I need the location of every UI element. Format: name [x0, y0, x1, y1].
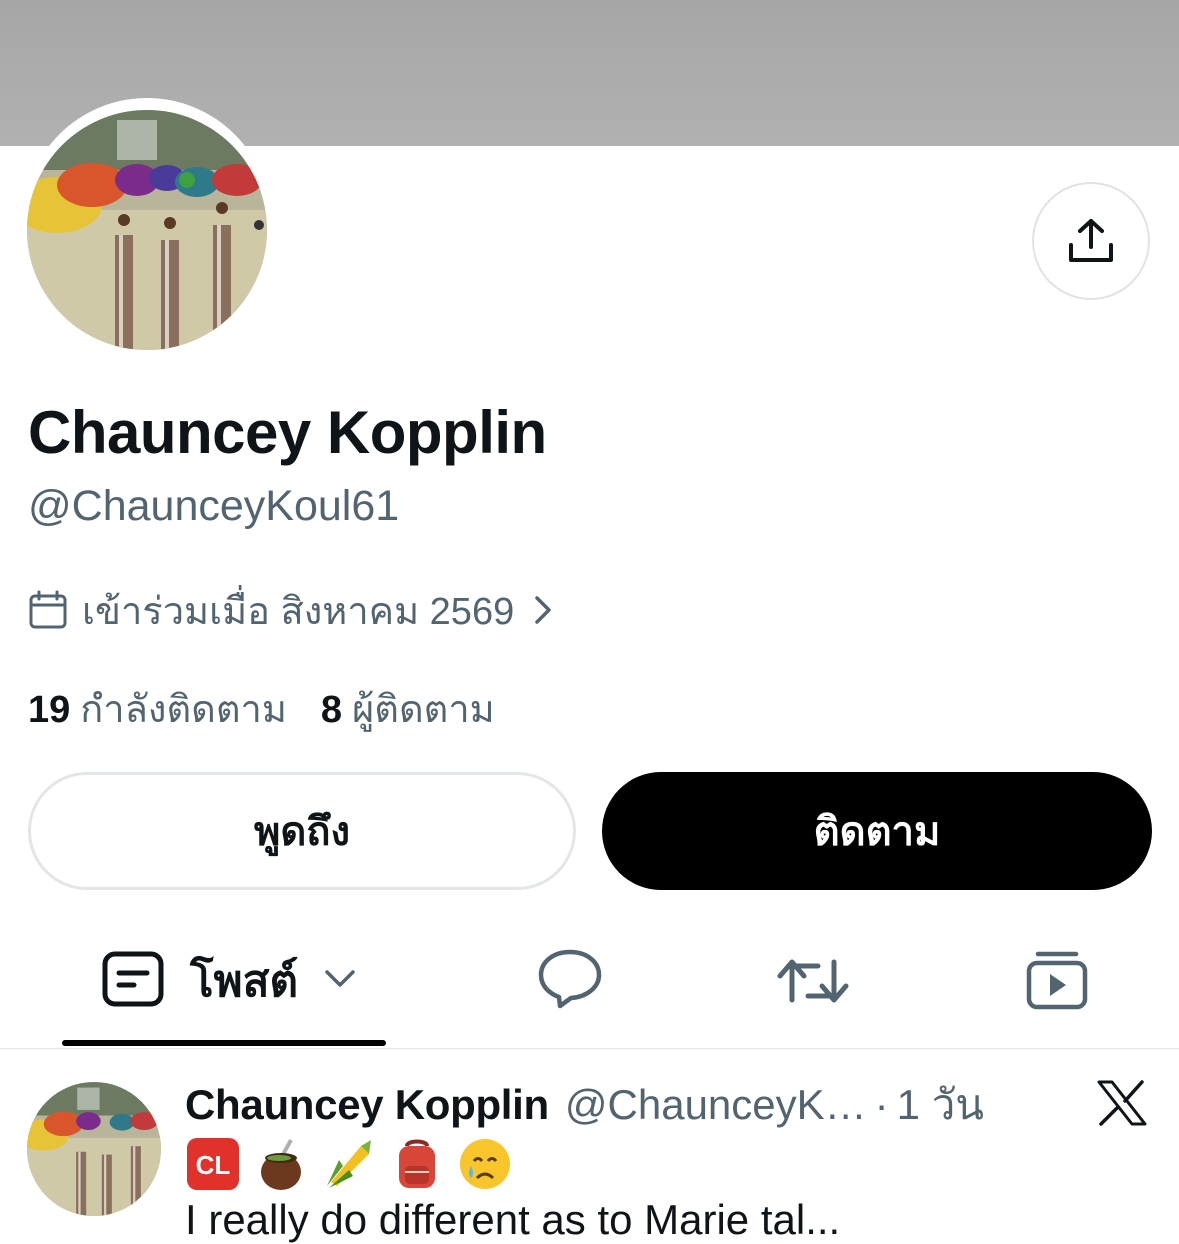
- avatar-image: [27, 110, 267, 350]
- cl-badge-icon: CL: [185, 1136, 241, 1192]
- following-label: กำลังติดตาม: [80, 689, 287, 731]
- media-play-icon: [1026, 951, 1088, 1010]
- tab-posts[interactable]: โพสต์: [102, 950, 356, 1012]
- repost-icon: [777, 959, 849, 1003]
- follow-stats: 19 กำลังติดตาม 8 ผู้ติดตาม: [28, 678, 495, 739]
- joined-text: เข้าร่วมเมื่อ สิงหาคม 2569: [82, 590, 515, 633]
- tab-media[interactable]: [1026, 950, 1088, 1010]
- share-upload-icon: [1069, 219, 1113, 262]
- mention-button[interactable]: พูดถึง: [28, 772, 576, 890]
- tweet-avatar[interactable]: [27, 1082, 161, 1216]
- tweet-text: I really do different as to Marie tal...: [185, 1196, 841, 1243]
- calendar-icon: [28, 590, 68, 630]
- mate-gourd-icon: [253, 1136, 309, 1192]
- chevron-down-icon[interactable]: [324, 969, 356, 994]
- backpack-icon: [389, 1136, 445, 1192]
- corn-icon: [321, 1136, 377, 1192]
- tab-replies[interactable]: [538, 948, 602, 1010]
- profile-handle: @ChaunceyKoul61: [28, 482, 400, 530]
- followers-count: 8: [320, 689, 343, 731]
- tab-reposts[interactable]: [776, 954, 850, 1008]
- joined-date[interactable]: เข้าร่วมเมื่อ สิงหาคม 2569: [28, 585, 554, 635]
- tweet-author-handle[interactable]: @ChaunceyK…: [565, 1081, 867, 1129]
- tweet-separator: ·: [874, 1081, 889, 1128]
- posts-icon: [102, 951, 164, 1012]
- followers-label: ผู้ติดตาม: [352, 689, 495, 731]
- active-tab-indicator: [62, 1040, 386, 1046]
- crying-face-icon: [457, 1136, 513, 1192]
- tweet-author-name[interactable]: Chauncey Kopplin: [185, 1081, 549, 1129]
- profile-name: Chauncey Kopplin: [28, 399, 547, 466]
- speech-bubble-icon: [538, 949, 602, 1009]
- profile-tabs: โพสต์: [0, 930, 1179, 1049]
- profile-avatar[interactable]: [27, 110, 267, 350]
- share-button[interactable]: [1032, 182, 1150, 300]
- tweet-avatar-image: [27, 1082, 161, 1216]
- chevron-right-icon: [532, 594, 554, 626]
- tweet-emoji-row: CL: [185, 1136, 513, 1192]
- x-logo-icon: [1097, 1080, 1147, 1131]
- tab-posts-label: โพสต์: [190, 957, 299, 1006]
- follow-button[interactable]: ติดตาม: [602, 772, 1152, 890]
- followers-link[interactable]: 8 ผู้ติดตาม: [321, 678, 495, 739]
- following-link[interactable]: 19 กำลังติดตาม: [28, 678, 287, 739]
- cl-badge-text: CL: [196, 1150, 231, 1180]
- tweet-header: Chauncey Kopplin @ChaunceyK… · 1 วัน: [185, 1078, 984, 1132]
- tweet-time[interactable]: 1 วัน: [897, 1072, 984, 1138]
- following-count: 19: [28, 689, 71, 731]
